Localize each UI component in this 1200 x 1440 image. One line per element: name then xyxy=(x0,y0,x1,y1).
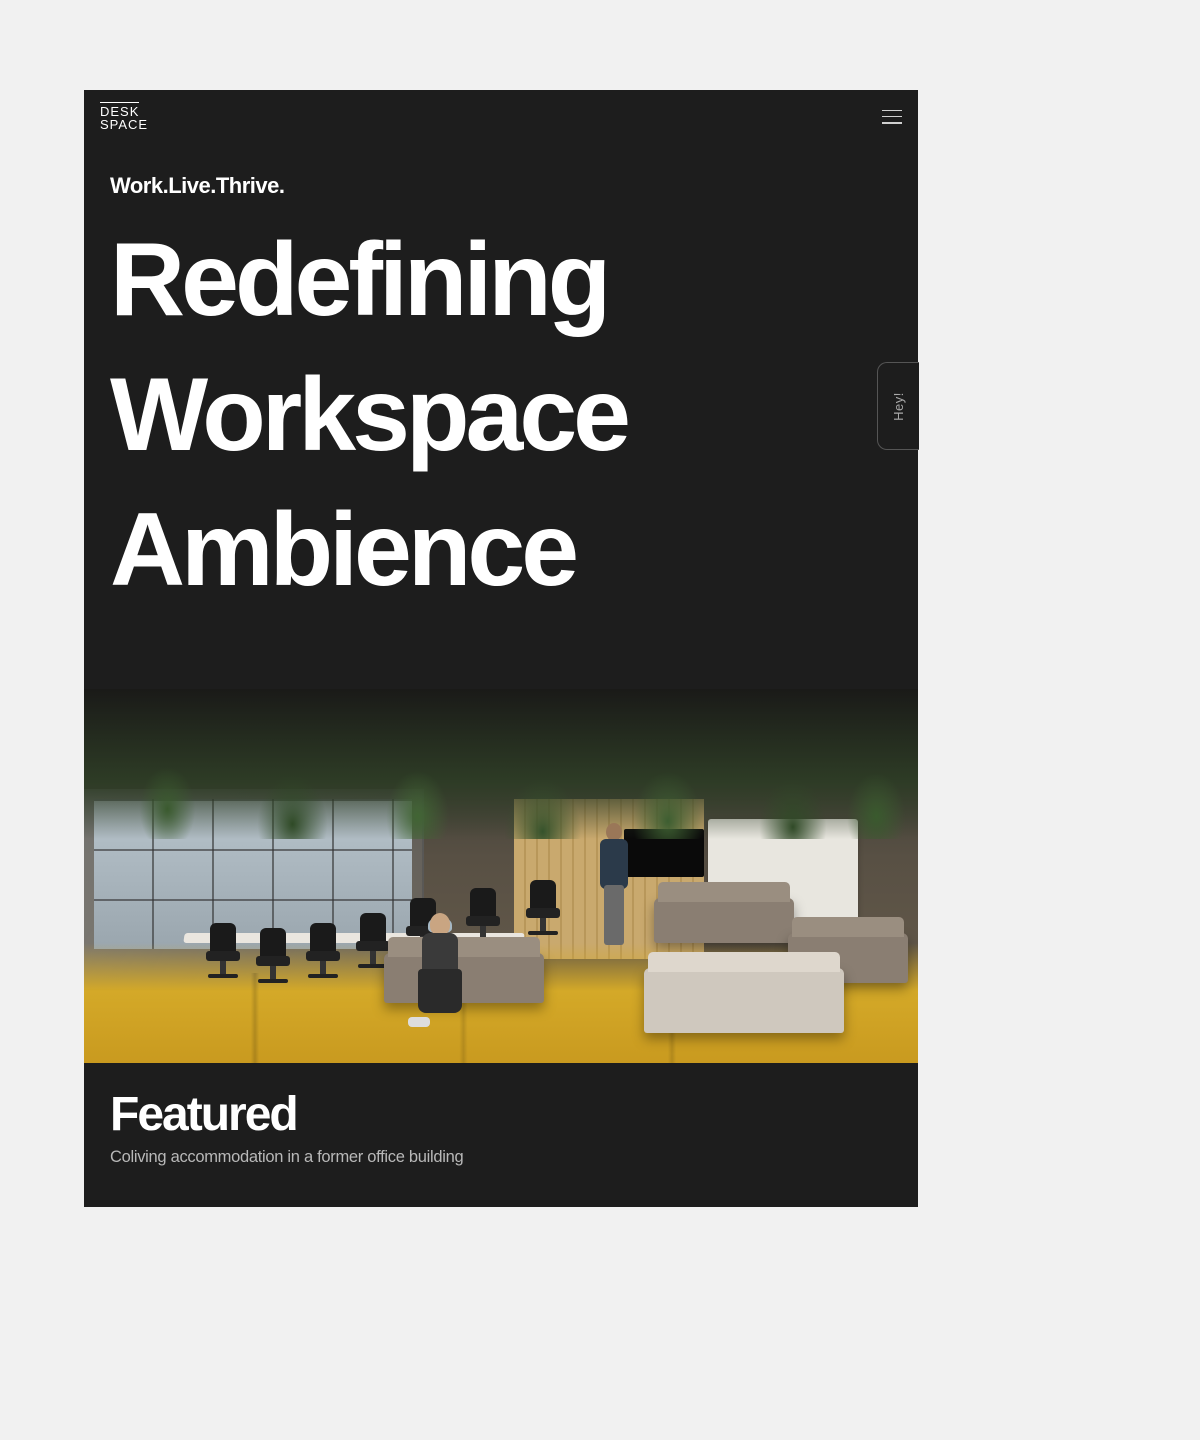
brand-logo-line2: SPACE xyxy=(100,117,148,132)
menu-icon[interactable] xyxy=(882,110,902,124)
featured-subtitle: Coliving accommodation in a former offic… xyxy=(110,1148,892,1167)
page-container: DESK SPACE Work.Live.Thrive. Redefining … xyxy=(84,90,918,1207)
brand-logo-line1: DESK xyxy=(100,102,139,118)
featured-section: Featured Coliving accommodation in a for… xyxy=(84,1063,918,1207)
site-header: DESK SPACE xyxy=(84,90,918,131)
brand-logo[interactable]: DESK SPACE xyxy=(100,102,148,131)
hero-headline: Redefining Workspace Ambience xyxy=(110,213,892,619)
chat-tab[interactable]: Hey! xyxy=(877,362,919,450)
hero-section: Work.Live.Thrive. Redefining Workspace A… xyxy=(84,131,918,689)
hero-image xyxy=(84,689,918,1063)
chat-tab-label: Hey! xyxy=(891,392,906,421)
hero-tagline: Work.Live.Thrive. xyxy=(110,173,892,199)
featured-title: Featured xyxy=(110,1087,892,1142)
